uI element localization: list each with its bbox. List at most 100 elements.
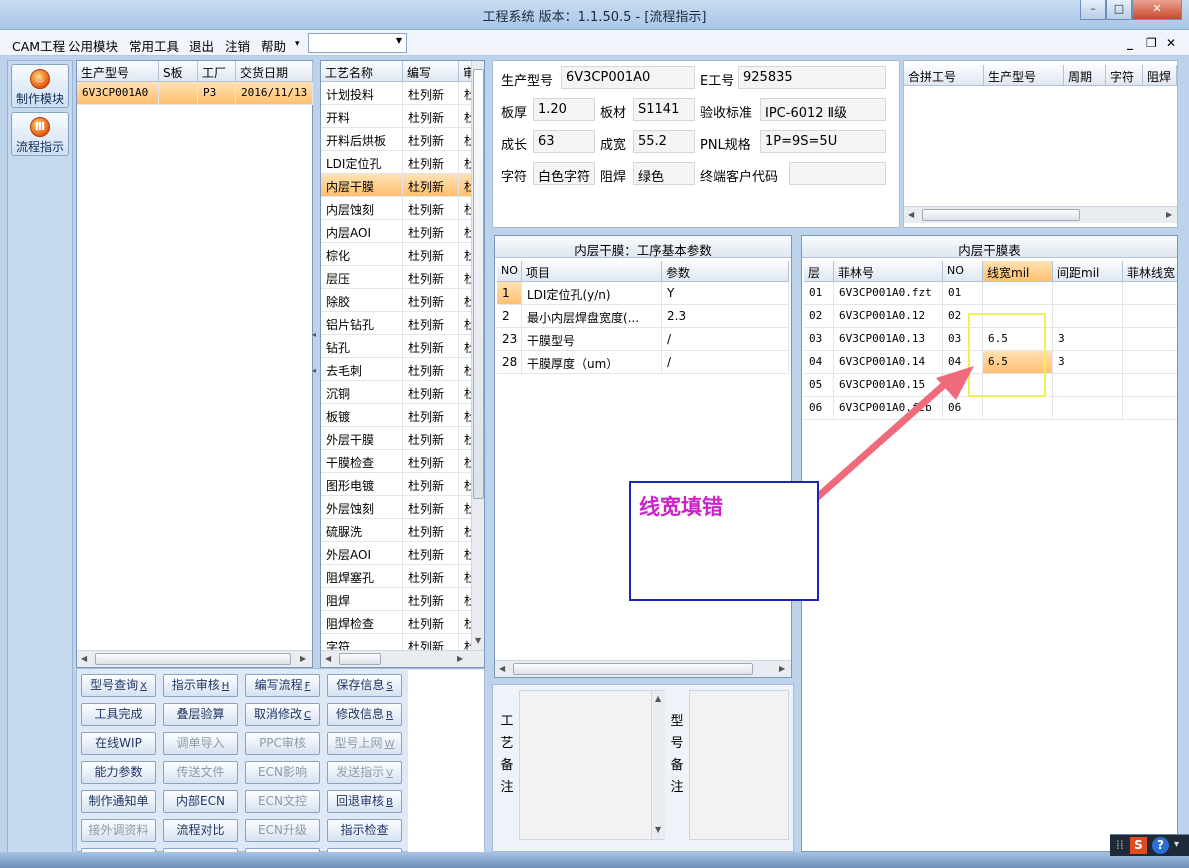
action-button[interactable]: 指示检查 (327, 819, 402, 842)
menu-item-common[interactable]: 公用模块 (68, 36, 118, 55)
table-cell[interactable]: 1 (497, 282, 522, 305)
input-method-icon[interactable]: S (1130, 837, 1147, 854)
splitter-handle[interactable]: ◂ ◂ (312, 330, 318, 400)
column-header[interactable]: 生产型号 (77, 61, 159, 82)
process-name-cell[interactable]: 干膜检查 (321, 450, 403, 473)
horizontal-scrollbar[interactable]: ◀ ▶ (321, 650, 484, 667)
vertical-scrollbar[interactable]: ▲ ▼ (651, 691, 665, 839)
column-header[interactable]: 工厂 (198, 61, 236, 82)
column-header[interactable]: 层 (804, 261, 834, 282)
table-cell[interactable]: 2016/11/13 (236, 82, 313, 105)
process-name-cell[interactable]: 开料 (321, 105, 403, 128)
table-cell[interactable]: 杜列新 (403, 519, 459, 542)
action-button[interactable]: 调单导入 (163, 732, 238, 755)
action-button[interactable]: 传送文件 (163, 761, 238, 784)
process-name-cell[interactable]: 计划投料 (321, 82, 403, 105)
action-button[interactable]: 编写流程 F (245, 674, 320, 697)
table-cell[interactable]: 杜列新 (403, 496, 459, 519)
action-button[interactable]: ECN影响 (245, 761, 320, 784)
table-cell[interactable]: 6V3CP001A0 (77, 82, 159, 105)
column-header[interactable]: 菲林号 (834, 261, 943, 282)
column-header-selected[interactable]: 线宽mil (983, 261, 1053, 282)
field-eno[interactable]: 925835 (738, 66, 886, 89)
process-name-cell[interactable]: 钻孔 (321, 335, 403, 358)
process-name-cell[interactable]: 内层AOI (321, 220, 403, 243)
field-standard[interactable]: IPC-6012 Ⅱ级 (760, 98, 886, 121)
action-button[interactable]: 制作通知单 (81, 790, 156, 813)
process-name-cell[interactable]: 阻焊检查 (321, 611, 403, 634)
horizontal-scrollbar[interactable]: ◀ ▶ (77, 650, 312, 667)
table-cell[interactable]: 杜列新 (403, 312, 459, 335)
table-cell[interactable]: 杜列新 (403, 335, 459, 358)
table-cell[interactable] (159, 82, 198, 105)
table-cell[interactable]: 2.3 (662, 305, 789, 328)
action-button[interactable]: 能力参数 (81, 761, 156, 784)
action-button[interactable]: 发送指示 V (327, 761, 402, 784)
process-grid[interactable]: 工艺名称 编写 审 计划投料杜列新杜开料杜列新杜开料后烘板杜列新杜LDI定位孔杜… (320, 60, 485, 668)
table-cell[interactable]: 6V3CP001A0.12 (834, 305, 943, 328)
field-legend[interactable]: 白色字符 (533, 162, 595, 185)
table-cell[interactable]: 杜列新 (403, 427, 459, 450)
action-button[interactable]: 流程对比 (163, 819, 238, 842)
field-customer-code[interactable] (789, 162, 886, 185)
column-header[interactable]: 阻焊 (1143, 65, 1177, 86)
table-cell[interactable]: 6V3CP001A0.13 (834, 328, 943, 351)
table-cell[interactable] (1123, 305, 1177, 328)
column-header[interactable]: 菲林线宽 (1123, 261, 1177, 282)
table-cell[interactable]: 杜列新 (403, 243, 459, 266)
field-thickness[interactable]: 1.20 (533, 98, 595, 121)
process-name-cell[interactable]: 板镀 (321, 404, 403, 427)
menu-item-tools[interactable]: 常用工具 (129, 36, 179, 55)
table-cell[interactable]: 干膜厚度（um） (522, 351, 662, 374)
action-button[interactable]: 叠层验算 (163, 703, 238, 726)
table-cell[interactable]: 6V3CP001A0.fzt (834, 282, 943, 305)
menu-dropdown-icon[interactable]: ▾ (295, 39, 300, 49)
table-cell[interactable]: 3 (1053, 351, 1123, 374)
column-header[interactable]: 交货日期 (236, 61, 313, 82)
table-cell[interactable]: 杜列新 (403, 128, 459, 151)
horizontal-scrollbar[interactable]: ◀ ▶ (495, 660, 791, 677)
menu-combo[interactable]: ▼ (308, 33, 407, 53)
menu-item-cam[interactable]: CAM工程 (12, 36, 65, 55)
action-button[interactable]: 内部ECN (163, 790, 238, 813)
table-cell[interactable] (983, 397, 1053, 420)
help-icon[interactable]: ? (1152, 837, 1169, 854)
process-name-cell[interactable]: 层压 (321, 266, 403, 289)
table-cell[interactable]: 3 (1053, 328, 1123, 351)
table-cell[interactable]: P3 (198, 82, 236, 105)
column-header[interactable]: NO (943, 261, 983, 282)
table-cell[interactable] (1123, 282, 1177, 305)
column-header[interactable]: 项目 (522, 261, 662, 282)
process-name-cell[interactable]: 去毛刺 (321, 358, 403, 381)
scroll-right-icon[interactable]: ▶ (779, 664, 785, 673)
table-cell[interactable]: 杜列新 (403, 266, 459, 289)
table-cell[interactable]: 杜列新 (403, 565, 459, 588)
action-button[interactable]: 取消修改 C (245, 703, 320, 726)
action-button[interactable]: 工具完成 (81, 703, 156, 726)
table-cell[interactable]: 28 (497, 351, 522, 374)
process-name-cell[interactable]: 铝片钻孔 (321, 312, 403, 335)
scroll-thumb[interactable] (339, 653, 381, 665)
scroll-thumb[interactable] (95, 653, 291, 665)
scroll-left-icon[interactable]: ◀ (81, 654, 87, 663)
table-cell[interactable]: 杜列新 (403, 82, 459, 105)
field-length[interactable]: 63 (533, 130, 595, 153)
table-cell[interactable] (1123, 374, 1177, 397)
process-name-cell[interactable]: 外层蚀刻 (321, 496, 403, 519)
field-material[interactable]: S1141 (633, 98, 695, 121)
horizontal-scrollbar[interactable]: ◀ ▶ (904, 206, 1177, 223)
table-cell[interactable]: 杜列新 (403, 174, 459, 197)
column-header[interactable]: 工艺名称 (321, 61, 403, 82)
column-header[interactable]: 字符 (1106, 65, 1143, 86)
scroll-down-icon[interactable]: ▼ (655, 825, 661, 834)
scroll-thumb[interactable] (473, 69, 484, 499)
table-cell[interactable] (1053, 305, 1123, 328)
column-header[interactable]: NO (497, 261, 522, 282)
process-name-cell[interactable]: 阻焊 (321, 588, 403, 611)
minimize-icon[interactable]: – (1080, 0, 1106, 20)
process-name-cell[interactable]: 内层干膜 (321, 174, 403, 197)
table-cell[interactable]: 杜列新 (403, 473, 459, 496)
column-header[interactable]: 合拼工号 (904, 65, 984, 86)
table-cell[interactable]: 杜列新 (403, 289, 459, 312)
table-cell[interactable] (1123, 397, 1177, 420)
